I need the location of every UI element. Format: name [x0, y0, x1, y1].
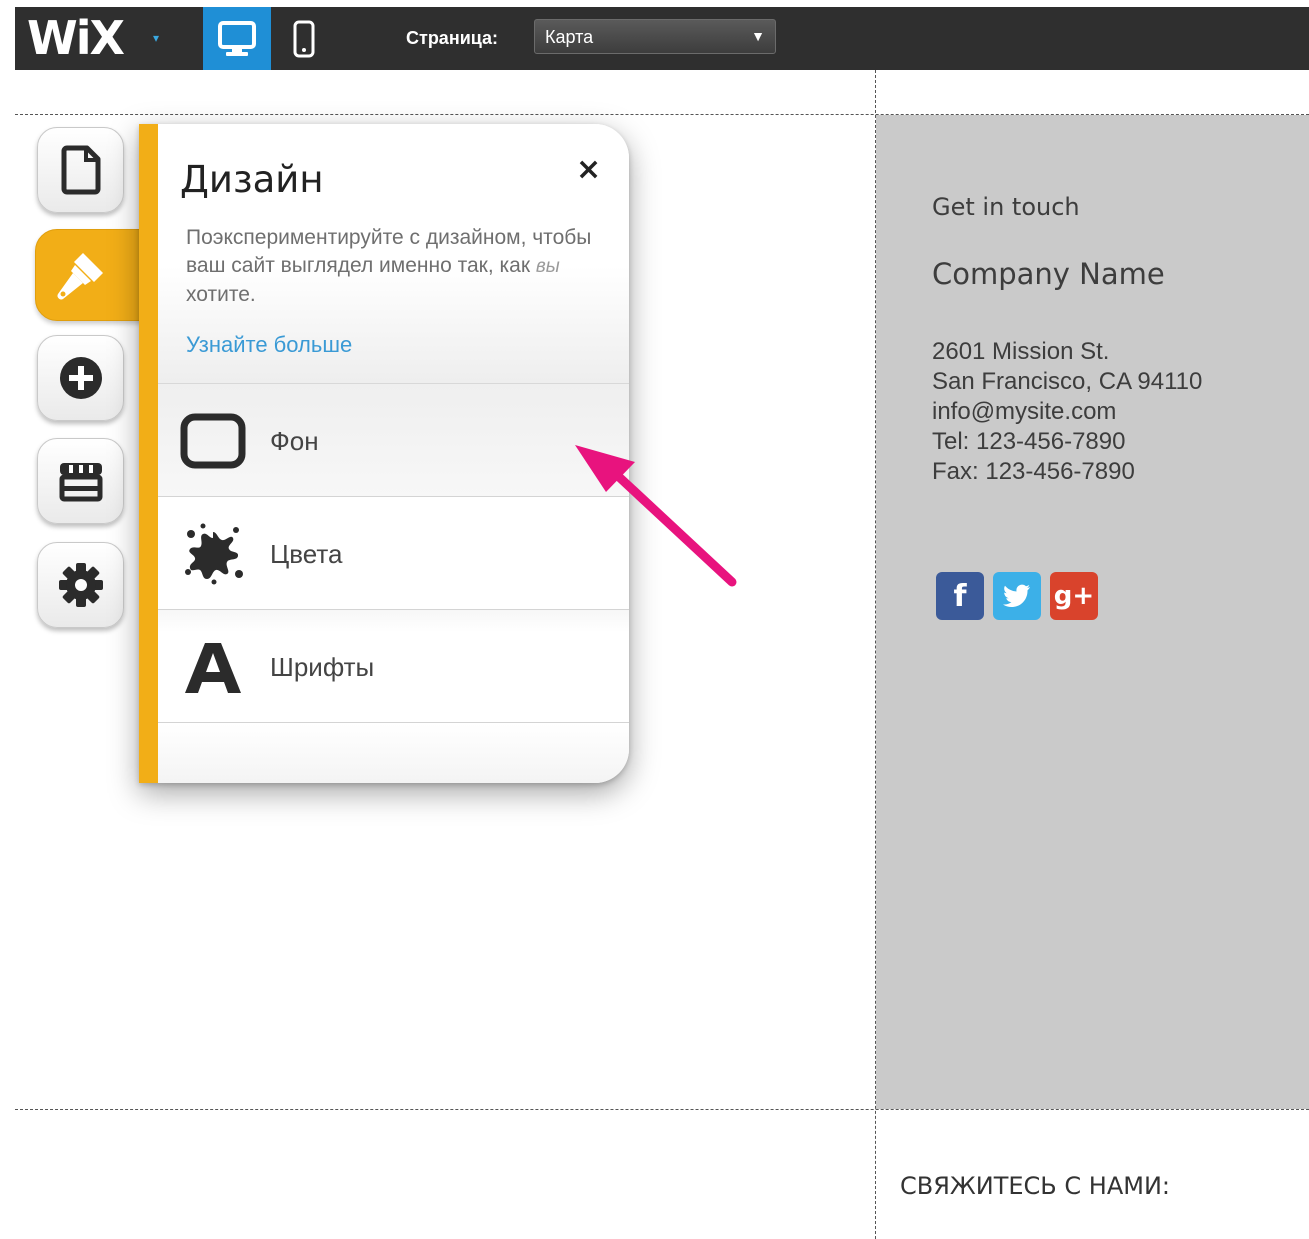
- design-button[interactable]: [35, 229, 145, 321]
- footer-heading[interactable]: СВЯЖИТЕСЬ С НАМИ:: [900, 1172, 1170, 1200]
- panel-title: Дизайн: [180, 158, 324, 201]
- menu-item-label: Фон: [270, 426, 319, 456]
- address-line: San Francisco, CA 94110: [932, 368, 1203, 395]
- paint-splash-icon: [180, 522, 246, 586]
- panel-accent-strip: [139, 124, 158, 783]
- top-toolbar: WiX ▾ Страница: Карта ▼: [15, 7, 1309, 70]
- page-select-value: Карта: [545, 27, 594, 47]
- gear-icon: [58, 563, 103, 607]
- menu-item-fonts[interactable]: Шрифты: [158, 610, 629, 723]
- page-icon: [61, 145, 100, 195]
- company-name[interactable]: Company Name: [932, 257, 1165, 291]
- design-panel: Дизайн × Поэкспериментируйте с дизайном,…: [139, 124, 629, 783]
- brush-icon: [57, 253, 103, 300]
- address-line: 2601 Mission St.: [932, 338, 1110, 365]
- mobile-view-button[interactable]: [271, 7, 337, 70]
- store-button[interactable]: [37, 438, 124, 524]
- panel-description-end: хотите.: [186, 283, 256, 306]
- menu-item-colors[interactable]: Цвета: [158, 497, 629, 610]
- footer-guide: [15, 1109, 1309, 1110]
- desktop-monitor-icon: [218, 20, 256, 56]
- font-a-icon: [180, 635, 246, 699]
- settings-button[interactable]: [37, 542, 124, 628]
- pages-button[interactable]: [37, 127, 124, 213]
- learn-more-link[interactable]: Узнайте больше: [186, 332, 352, 358]
- column-guide: [875, 70, 876, 1239]
- background-frame-icon: [180, 409, 246, 473]
- menu-item-label: Цвета: [270, 539, 343, 569]
- fax-line: Fax: 123-456-7890: [932, 458, 1135, 485]
- panel-header: Дизайн × Поэкспериментируйте с дизайном,…: [158, 124, 629, 384]
- facebook-icon[interactable]: f: [936, 572, 984, 620]
- page-select[interactable]: Карта ▼: [534, 19, 776, 54]
- mobile-phone-icon: [293, 20, 315, 57]
- header-guide: [15, 114, 1309, 115]
- menu-item-label: Шрифты: [270, 652, 375, 682]
- wix-logo[interactable]: WiX: [27, 10, 125, 66]
- store-icon: [59, 463, 102, 502]
- address-block[interactable]: 2601 Mission St. San Francisco, CA 94110…: [932, 337, 1202, 487]
- twitter-bird-icon: [1003, 584, 1030, 607]
- desktop-view-button[interactable]: [203, 7, 271, 70]
- contact-strip[interactable]: Get in touch Company Name 2601 Mission S…: [876, 115, 1309, 1109]
- panel-footer: [158, 724, 629, 783]
- contact-heading[interactable]: Get in touch: [932, 193, 1080, 221]
- add-button[interactable]: [37, 335, 124, 421]
- page-label: Страница:: [406, 28, 499, 48]
- plus-circle-icon: [59, 357, 102, 399]
- panel-description-text: Поэкспериментируйте с дизайном, чтобы ва…: [186, 226, 592, 277]
- social-bar: f g+: [936, 572, 1098, 620]
- tel-line: Tel: 123-456-7890: [932, 428, 1126, 455]
- close-icon[interactable]: ×: [576, 152, 601, 187]
- menu-item-background[interactable]: Фон: [158, 384, 629, 497]
- twitter-icon[interactable]: [993, 572, 1041, 620]
- email-line: info@mysite.com: [932, 398, 1117, 425]
- dropdown-arrow-icon: ▼: [751, 28, 765, 44]
- google-plus-icon[interactable]: g+: [1050, 572, 1098, 620]
- panel-description: Поэкспериментируйте с дизайном, чтобы ва…: [186, 224, 606, 309]
- chevron-down-icon[interactable]: ▾: [153, 31, 159, 45]
- panel-description-emphasis: вы: [535, 256, 560, 277]
